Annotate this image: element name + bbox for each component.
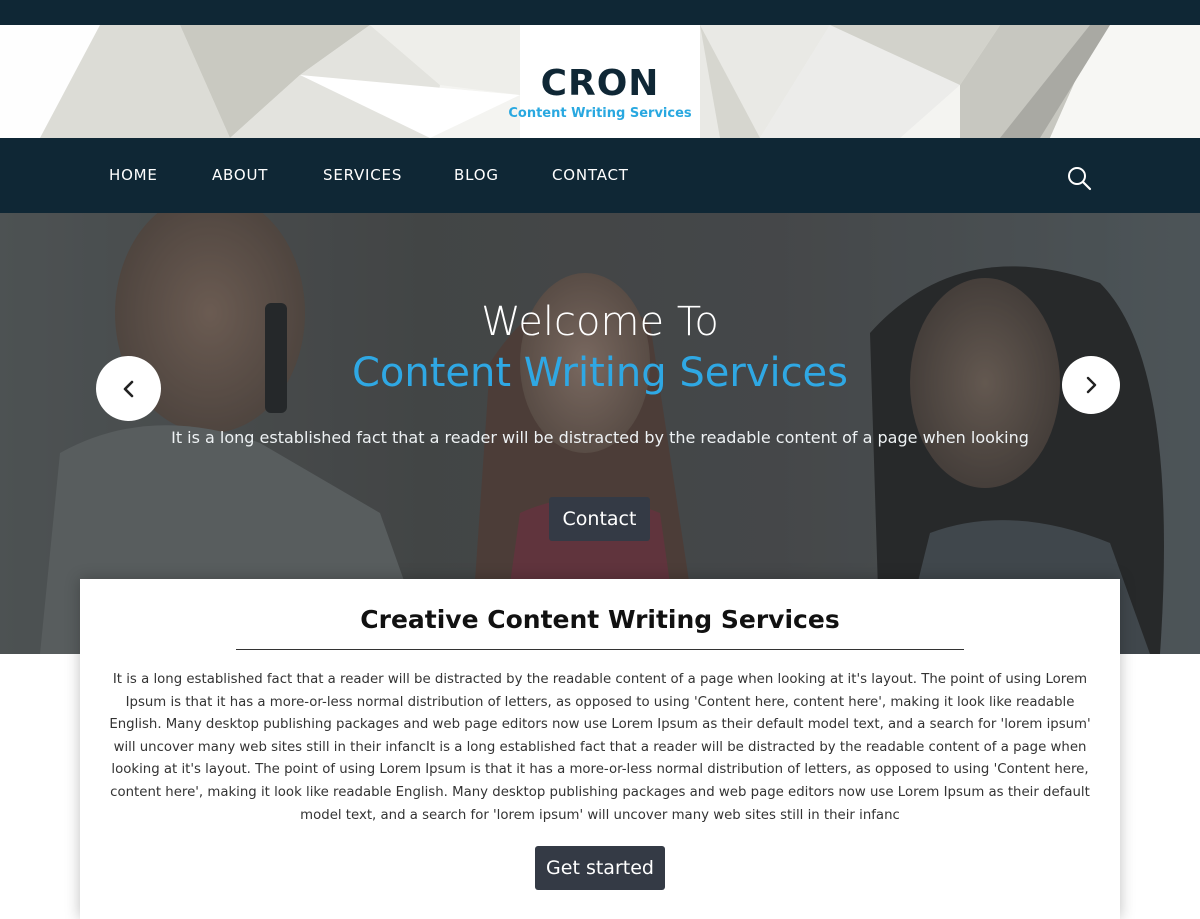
nav-item-home[interactable]: HOME — [109, 166, 158, 184]
nav-item-about[interactable]: ABOUT — [212, 166, 268, 184]
brand-name: CRON — [540, 63, 660, 104]
section-title: Creative Content Writing Services — [360, 605, 840, 634]
main-nav: HOME ABOUT SERVICES BLOG CONTACT — [0, 138, 1200, 213]
section-body-text: It is a long established fact that a rea… — [109, 672, 1091, 823]
top-bar — [0, 0, 1200, 25]
brand-tagline: Content Writing Services — [508, 106, 692, 121]
get-started-button[interactable]: Get started — [535, 846, 665, 890]
slider-next-button[interactable] — [1062, 356, 1120, 414]
hero-title-line1: Welcome To — [481, 299, 719, 345]
nav-item-services[interactable]: SERVICES — [323, 166, 402, 184]
site-header: CRON Content Writing Services — [0, 25, 1200, 138]
hero-description: It is a long established fact that a rea… — [171, 428, 1029, 447]
hero-title-line2: Content Writing Services — [351, 350, 849, 396]
hero-contact-button[interactable]: Contact — [549, 497, 650, 541]
slider-prev-button[interactable] — [96, 356, 161, 421]
brand-logo[interactable]: CRON Content Writing Services — [0, 63, 1200, 123]
nav-item-contact[interactable]: CONTACT — [552, 166, 629, 184]
services-intro-card: Creative Content Writing Services It is … — [80, 579, 1120, 919]
chevron-right-icon — [1086, 376, 1097, 394]
chevron-left-icon — [123, 380, 133, 397]
nav-item-blog[interactable]: BLOG — [454, 166, 499, 184]
search-icon[interactable] — [1066, 165, 1092, 191]
title-divider — [236, 649, 964, 650]
